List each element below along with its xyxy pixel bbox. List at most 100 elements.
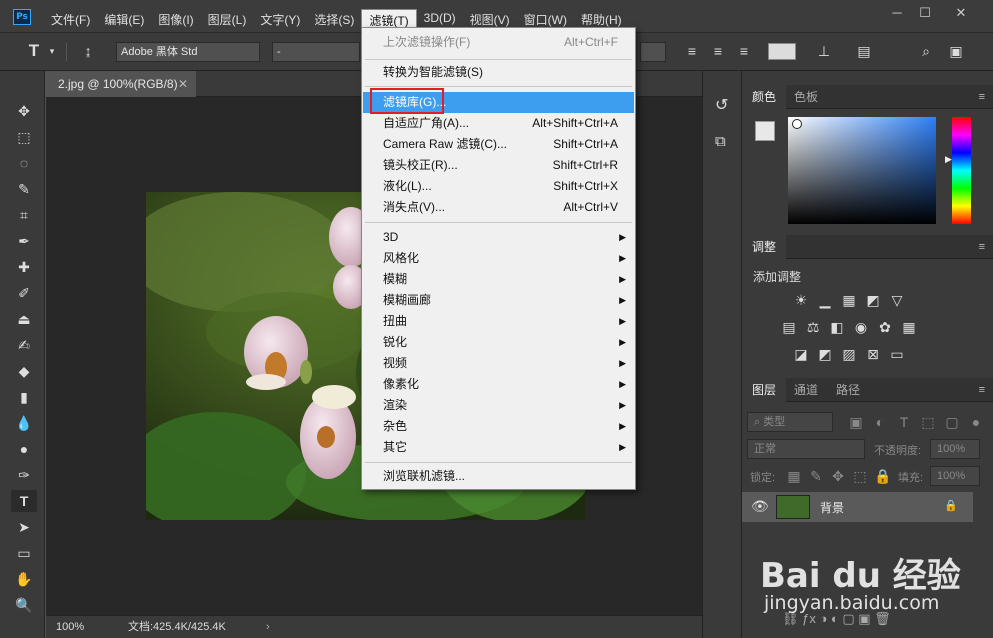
- tab-paths[interactable]: 路径: [826, 378, 870, 402]
- maximize-icon[interactable]: ☐: [908, 4, 942, 22]
- menu-item-last-filter[interactable]: 上次滤镜操作(F) Alt+Ctrl+F: [363, 32, 634, 53]
- quick-select-tool-icon[interactable]: ✎: [11, 178, 37, 200]
- menu-item-stylize[interactable]: 风格化 ▶: [363, 248, 634, 269]
- tab-channels[interactable]: 通道: [784, 378, 828, 402]
- filter-pixel-icon[interactable]: ▣: [848, 414, 864, 430]
- workspace-icon[interactable]: ▣: [946, 41, 966, 61]
- gradient-tool-icon[interactable]: ▮: [11, 386, 37, 408]
- close-icon[interactable]: ✕: [944, 4, 978, 22]
- menu-item-convert-smart-filter[interactable]: 转换为智能滤镜(S): [363, 62, 634, 83]
- lock-position-icon[interactable]: ✥: [830, 468, 846, 484]
- filter-smart-object-icon[interactable]: ▢: [944, 414, 960, 430]
- lock-artboard-icon[interactable]: ⬚: [852, 468, 868, 484]
- history-panel-icon[interactable]: ↺: [715, 95, 728, 115]
- menu-item-noise[interactable]: 杂色 ▶: [363, 416, 634, 437]
- healing-brush-tool-icon[interactable]: ✚: [11, 256, 37, 278]
- tool-preset-chevron-icon[interactable]: ▾: [42, 41, 62, 61]
- document-tab[interactable]: 2.jpg @ 100%(RGB/8) ✕: [46, 71, 196, 97]
- menu-item-video[interactable]: 视频 ▶: [363, 353, 634, 374]
- black-white-icon[interactable]: ◧: [829, 319, 845, 335]
- type-tool-icon[interactable]: T: [11, 490, 37, 512]
- text-color-swatch[interactable]: [768, 43, 796, 60]
- path-select-tool-icon[interactable]: ➤: [11, 516, 37, 538]
- eyedropper-tool-icon[interactable]: ✒: [11, 230, 37, 252]
- properties-panel-icon[interactable]: ⧉: [715, 133, 726, 150]
- posterize-icon[interactable]: ◩: [817, 346, 833, 362]
- brightness-icon[interactable]: ☀: [793, 292, 809, 308]
- layer-row-background[interactable]: 👁 背景 🔒: [742, 492, 973, 522]
- align-right-icon[interactable]: ≡: [734, 41, 754, 61]
- menu-item-other[interactable]: 其它 ▶: [363, 437, 634, 458]
- layer-name[interactable]: 背景: [820, 499, 844, 516]
- rectangle-tool-icon[interactable]: ▭: [11, 542, 37, 564]
- marquee-tool-icon[interactable]: ⬚: [11, 126, 37, 148]
- curves-icon[interactable]: ▦: [841, 292, 857, 308]
- lock-pixels-icon[interactable]: ✎: [808, 468, 824, 484]
- invert-icon[interactable]: ◪: [793, 346, 809, 362]
- photo-filter-icon[interactable]: ◉: [853, 319, 869, 335]
- filter-shape-icon[interactable]: ⬚: [920, 414, 936, 430]
- hue-slider[interactable]: [952, 117, 971, 224]
- lock-transparent-icon[interactable]: ▦: [786, 468, 802, 484]
- status-menu-icon[interactable]: ›: [266, 616, 270, 638]
- close-tab-icon[interactable]: ✕: [178, 71, 188, 97]
- threshold-icon[interactable]: ▨: [841, 346, 857, 362]
- color-lookup-icon[interactable]: ▦: [901, 319, 917, 335]
- gradient-map-icon[interactable]: ▭: [889, 346, 905, 362]
- tab-adjustments[interactable]: 调整: [742, 235, 787, 259]
- selective-color-icon[interactable]: ⊠: [865, 346, 881, 362]
- character-panel-icon[interactable]: ▤: [854, 41, 874, 61]
- zoom-level[interactable]: 100%: [56, 616, 84, 638]
- menu-item-distort[interactable]: 扭曲 ▶: [363, 311, 634, 332]
- align-left-icon[interactable]: ≡: [682, 41, 702, 61]
- menu-item-blur[interactable]: 模糊 ▶: [363, 269, 634, 290]
- vibrance-icon[interactable]: ▽: [889, 292, 905, 308]
- clone-stamp-tool-icon[interactable]: ⏏: [11, 308, 37, 330]
- tab-swatches[interactable]: 色板: [784, 85, 828, 109]
- hue-saturation-icon[interactable]: ▤: [781, 319, 797, 335]
- panel-menu-icon[interactable]: ≡: [979, 384, 985, 396]
- hue-slider-handle[interactable]: ▶: [945, 154, 952, 165]
- visibility-eye-icon[interactable]: 👁: [751, 498, 769, 515]
- menu-item-liquify[interactable]: 液化(L)... Shift+Ctrl+X: [363, 176, 634, 197]
- exposure-icon[interactable]: ◩: [865, 292, 881, 308]
- menu-item-3d[interactable]: 3D ▶: [363, 227, 634, 248]
- menu-item-lens-correction[interactable]: 镜头校正(R)... Shift+Ctrl+R: [363, 155, 634, 176]
- foreground-color-swatch[interactable]: [755, 121, 775, 141]
- brush-tool-icon[interactable]: ✐: [11, 282, 37, 304]
- history-brush-tool-icon[interactable]: ✍: [11, 334, 37, 356]
- menu-item-browse-online-filters[interactable]: 浏览联机滤镜...: [363, 466, 634, 487]
- menu-item-camera-raw[interactable]: Camera Raw 滤镜(C)... Shift+Ctrl+A: [363, 134, 634, 155]
- menu-item-vanishing-point[interactable]: 消失点(V)... Alt+Ctrl+V: [363, 197, 634, 218]
- fill-input[interactable]: 100%: [930, 466, 980, 486]
- menu-edit[interactable]: 编辑(E): [97, 9, 151, 32]
- menu-type[interactable]: 文字(Y): [253, 9, 307, 32]
- filter-toggle-icon[interactable]: ●: [968, 414, 984, 430]
- hand-tool-icon[interactable]: ✋: [11, 568, 37, 590]
- lasso-tool-icon[interactable]: ◌: [11, 152, 37, 174]
- tab-layers[interactable]: 图层: [742, 378, 787, 402]
- pen-tool-icon[interactable]: ✑: [11, 464, 37, 486]
- tab-color[interactable]: 颜色: [742, 85, 787, 109]
- opacity-input[interactable]: 100%: [930, 439, 980, 459]
- search-icon[interactable]: ⌕: [916, 41, 936, 61]
- menu-item-adaptive-wide-angle[interactable]: 自适应广角(A)... Alt+Shift+Ctrl+A: [363, 113, 634, 134]
- zoom-tool-icon[interactable]: 🔍: [11, 594, 37, 616]
- menu-item-sharpen[interactable]: 锐化 ▶: [363, 332, 634, 353]
- move-tool-icon[interactable]: ✥: [11, 100, 37, 122]
- layer-filter-select[interactable]: ⌕ 类型: [747, 412, 833, 432]
- menu-item-pixelate[interactable]: 像素化 ▶: [363, 374, 634, 395]
- menu-file[interactable]: 文件(F): [44, 9, 97, 32]
- menu-select[interactable]: 选择(S): [307, 9, 361, 32]
- filter-adjustment-icon[interactable]: ◐: [872, 414, 888, 430]
- align-center-icon[interactable]: ≡: [708, 41, 728, 61]
- blend-mode-select[interactable]: 正常: [747, 439, 865, 459]
- color-balance-icon[interactable]: ⚖: [805, 319, 821, 335]
- type-tool-icon[interactable]: T: [24, 41, 44, 61]
- panel-menu-icon[interactable]: ≡: [979, 241, 985, 253]
- toggle-orientation-icon[interactable]: ↨: [78, 41, 98, 61]
- lock-all-icon[interactable]: 🔒: [874, 468, 891, 484]
- color-picker-cursor[interactable]: [792, 119, 802, 129]
- color-picker-field[interactable]: [788, 117, 936, 224]
- crop-tool-icon[interactable]: ⌗: [11, 204, 37, 226]
